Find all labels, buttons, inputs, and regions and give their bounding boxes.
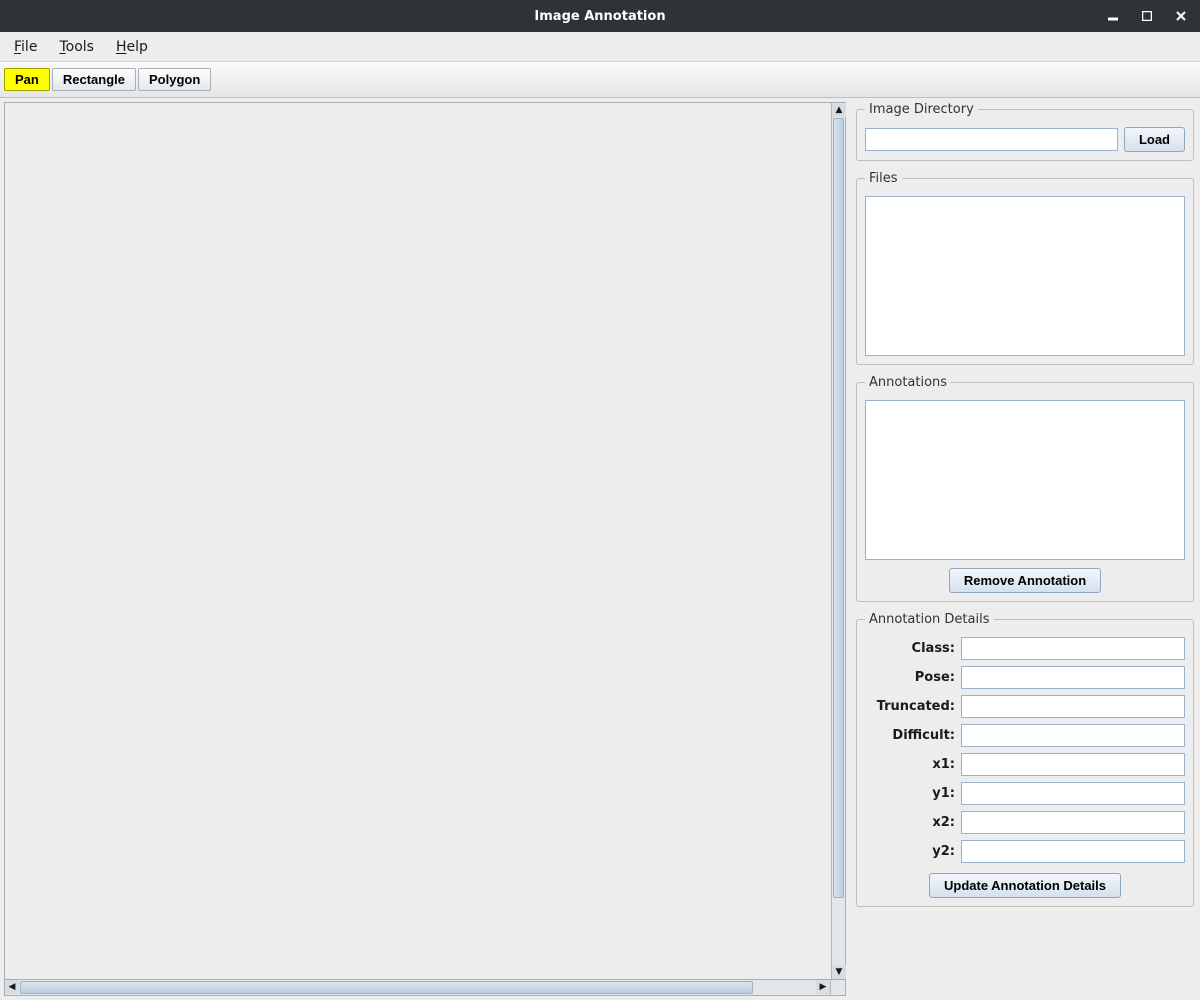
- scroll-left-arrow-icon[interactable]: ◀: [5, 980, 19, 994]
- minimize-icon: [1108, 11, 1118, 21]
- y1-field[interactable]: [961, 782, 1185, 805]
- menu-bar: File Tools Help: [0, 32, 1200, 62]
- y1-label: y1:: [865, 786, 955, 801]
- tool-pan-toggle[interactable]: Pan: [4, 68, 50, 91]
- update-annotation-details-button[interactable]: Update Annotation Details: [929, 873, 1121, 898]
- annotation-details-group: Annotation Details Class: Pose: Truncate…: [856, 612, 1194, 907]
- x1-field[interactable]: [961, 753, 1185, 776]
- files-listbox[interactable]: [865, 196, 1185, 356]
- scrollbar-corner: [831, 980, 845, 995]
- scroll-down-arrow-icon[interactable]: ▼: [832, 965, 846, 979]
- maximize-icon: [1142, 11, 1152, 21]
- x1-label: x1:: [865, 757, 955, 772]
- side-panel: Image Directory Load Files Annotations R…: [850, 98, 1200, 1000]
- horizontal-scroll-thumb[interactable]: [20, 981, 753, 994]
- close-icon: [1176, 11, 1186, 21]
- image-directory-group: Image Directory Load: [856, 102, 1194, 161]
- files-group: Files: [856, 171, 1194, 365]
- vertical-scrollbar[interactable]: ▲ ▼: [831, 103, 845, 979]
- difficult-field[interactable]: [961, 724, 1185, 747]
- canvas-viewport-frame: ▲ ▼: [4, 102, 846, 980]
- annotations-listbox[interactable]: [865, 400, 1185, 560]
- tool-rectangle-toggle[interactable]: Rectangle: [52, 68, 136, 91]
- truncated-label: Truncated:: [865, 699, 955, 714]
- class-field[interactable]: [961, 637, 1185, 660]
- tool-polygon-toggle[interactable]: Polygon: [138, 68, 211, 91]
- image-directory-field[interactable]: [865, 128, 1118, 151]
- image-directory-legend: Image Directory: [865, 102, 978, 117]
- load-button[interactable]: Load: [1124, 127, 1185, 152]
- vertical-scroll-track[interactable]: [832, 117, 845, 965]
- horizontal-scroll-track[interactable]: [19, 980, 816, 995]
- menu-tools[interactable]: Tools: [51, 35, 102, 59]
- image-canvas[interactable]: [5, 103, 831, 979]
- maximize-button[interactable]: [1136, 5, 1158, 27]
- y2-label: y2:: [865, 844, 955, 859]
- app-window: Image Annotation File Tools Help Pan Rec…: [0, 0, 1200, 1000]
- class-label: Class:: [865, 641, 955, 656]
- title-bar: Image Annotation: [0, 0, 1200, 32]
- difficult-label: Difficult:: [865, 728, 955, 743]
- tool-toolbar: Pan Rectangle Polygon: [0, 62, 1200, 98]
- y2-field[interactable]: [961, 840, 1185, 863]
- window-controls: [1102, 5, 1192, 27]
- canvas-panel: ▲ ▼ ◀ ▶: [0, 98, 850, 1000]
- main-split: ▲ ▼ ◀ ▶ Image Directory Load: [0, 98, 1200, 1000]
- pose-field[interactable]: [961, 666, 1185, 689]
- scroll-up-arrow-icon[interactable]: ▲: [832, 103, 846, 117]
- annotations-group: Annotations Remove Annotation: [856, 375, 1194, 602]
- window-title: Image Annotation: [0, 9, 1200, 24]
- x2-field[interactable]: [961, 811, 1185, 834]
- truncated-field[interactable]: [961, 695, 1185, 718]
- annotation-details-legend: Annotation Details: [865, 612, 994, 627]
- menu-help[interactable]: Help: [108, 35, 156, 59]
- remove-annotation-button[interactable]: Remove Annotation: [949, 568, 1101, 593]
- close-button[interactable]: [1170, 5, 1192, 27]
- minimize-button[interactable]: [1102, 5, 1124, 27]
- pose-label: Pose:: [865, 670, 955, 685]
- horizontal-scrollbar-row: ◀ ▶: [4, 980, 846, 996]
- scroll-right-arrow-icon[interactable]: ▶: [816, 980, 830, 994]
- x2-label: x2:: [865, 815, 955, 830]
- horizontal-scrollbar[interactable]: ◀ ▶: [5, 980, 831, 995]
- annotations-legend: Annotations: [865, 375, 951, 390]
- menu-file[interactable]: File: [6, 35, 45, 59]
- files-legend: Files: [865, 171, 902, 186]
- vertical-scroll-thumb[interactable]: [833, 118, 844, 898]
